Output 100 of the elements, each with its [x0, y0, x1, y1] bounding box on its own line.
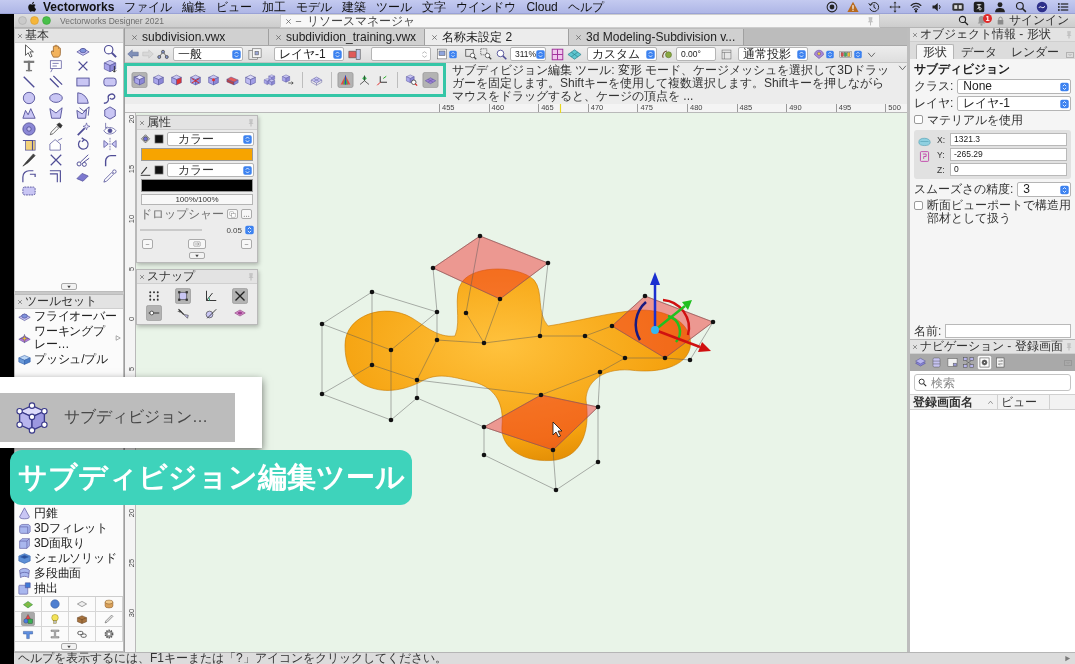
- sphere-icon[interactable]: [48, 597, 62, 611]
- cube-icon[interactable]: [242, 72, 259, 88]
- arc-ball-icon[interactable]: [661, 48, 673, 60]
- eyedropper-icon[interactable]: [48, 121, 63, 136]
- double-line-icon[interactable]: [48, 75, 63, 89]
- dropdown[interactable]: レイヤ-1: [957, 96, 1071, 111]
- toolset-item[interactable]: 3D面取り: [15, 536, 123, 551]
- gear-icon[interactable]: [102, 627, 116, 641]
- name-field[interactable]: [945, 324, 1071, 338]
- pen-color-bar[interactable]: [141, 179, 253, 192]
- panel-tab[interactable]: レンダー: [1004, 44, 1066, 59]
- crop-frame-icon[interactable]: [21, 137, 36, 152]
- document-arrows-icon[interactable]: [993, 355, 1008, 370]
- ring-square-icon[interactable]: [977, 355, 992, 370]
- toolset-item[interactable]: 多段曲面: [15, 566, 123, 581]
- search-icon[interactable]: [1015, 0, 1027, 13]
- close-icon[interactable]: [912, 31, 918, 38]
- collapse-button[interactable]: [61, 643, 77, 650]
- document-tab[interactable]: subdividion_training.vwx: [269, 29, 426, 45]
- sign-in-link[interactable]: サインイン: [1009, 14, 1069, 27]
- opacity-field[interactable]: 100%/100%: [141, 194, 253, 205]
- dropdown[interactable]: None: [957, 79, 1071, 94]
- window-zoom-icon[interactable]: [42, 16, 51, 25]
- cube-side-icon[interactable]: [168, 72, 185, 88]
- column-header[interactable]: ビュー: [998, 395, 1050, 409]
- eye-icon[interactable]: [102, 121, 117, 136]
- close-icon[interactable]: [575, 33, 583, 41]
- grid-icon[interactable]: [551, 47, 564, 61]
- fill-style-select[interactable]: カラー: [167, 132, 254, 146]
- close-icon[interactable]: [285, 17, 292, 25]
- panel-tab[interactable]: データ: [954, 44, 1004, 59]
- sheet-icon[interactable]: [945, 355, 960, 370]
- menu-item[interactable]: 加工: [257, 0, 292, 14]
- plane-grid-icon[interactable]: [421, 72, 439, 88]
- intersection-icon[interactable]: [231, 287, 248, 304]
- chevron-down-icon[interactable]: [867, 49, 876, 59]
- rectangle-icon[interactable]: [75, 75, 90, 89]
- rotate-arrow-icon[interactable]: [75, 137, 90, 152]
- blank-select[interactable]: [371, 47, 431, 61]
- menu-item[interactable]: 建築: [337, 0, 372, 14]
- callout-icon[interactable]: [48, 59, 63, 74]
- cube-corner-icon[interactable]: [205, 72, 222, 88]
- lamp-icon[interactable]: [813, 48, 825, 60]
- page-icon[interactable]: [436, 48, 448, 60]
- rounded-corner-icon[interactable]: [21, 168, 36, 183]
- zoom-select-icon[interactable]: [480, 48, 492, 60]
- stacked-planes-icon[interactable]: [913, 355, 928, 370]
- close-icon[interactable]: [275, 33, 282, 41]
- user-icon[interactable]: [994, 0, 1006, 13]
- list-icon[interactable]: [1057, 0, 1069, 13]
- line-icon[interactable]: [21, 75, 36, 89]
- cube-arrow-icon[interactable]: [102, 59, 117, 74]
- close-icon[interactable]: [17, 32, 23, 39]
- clock-arrow-icon[interactable]: [868, 0, 880, 13]
- panel-layout-icon[interactable]: [721, 48, 732, 60]
- document-tab[interactable]: subdivision.vwx: [125, 29, 269, 45]
- document-tab[interactable]: 3d Modeling-Subdivision v...: [569, 29, 745, 45]
- ring-icon[interactable]: [21, 121, 36, 136]
- close-icon[interactable]: [912, 343, 918, 350]
- view-select[interactable]: カスタム: [587, 47, 657, 61]
- shadow-settings-button[interactable]: [227, 209, 238, 219]
- line-point-icon[interactable]: [146, 304, 163, 321]
- corner-fillet-icon[interactable]: [102, 152, 117, 167]
- menu-item[interactable]: 編集: [177, 0, 212, 14]
- updown-arrows-icon[interactable]: [826, 48, 834, 60]
- record-icon[interactable]: [826, 0, 838, 13]
- panel-tab[interactable]: 形状: [916, 44, 954, 59]
- menu-item[interactable]: ツール: [371, 0, 418, 14]
- warning-icon[interactable]: [847, 0, 859, 13]
- render-diamond-icon[interactable]: [567, 46, 582, 62]
- expand-arrow-icon[interactable]: [1064, 655, 1071, 662]
- pen-style-select[interactable]: カラー: [167, 163, 254, 177]
- toolset-item[interactable]: プッシュ/プル: [15, 352, 123, 367]
- minus-button[interactable]: [241, 239, 252, 249]
- column-header[interactable]: 登録画面名: [910, 395, 998, 409]
- search-field[interactable]: 検索: [914, 374, 1071, 391]
- document-tab[interactable]: 名称未設定 2: [425, 29, 570, 45]
- close-icon[interactable]: [431, 33, 439, 41]
- close-icon[interactable]: [139, 119, 145, 126]
- wifi-icon[interactable]: [910, 0, 922, 13]
- back-arrow-icon[interactable]: [127, 48, 139, 60]
- cube-magnifier-icon[interactable]: [403, 72, 420, 88]
- updown-arrows-icon[interactable]: [449, 48, 457, 60]
- knife-icon[interactable]: [21, 152, 36, 167]
- ellipse-icon[interactable]: [48, 90, 63, 105]
- pencil-curve-icon[interactable]: [102, 168, 117, 183]
- collapse-button[interactable]: [61, 283, 77, 290]
- shadow-more-button[interactable]: [241, 209, 252, 219]
- toolset-item[interactable]: フライオーバー: [15, 309, 123, 324]
- layer-tag-icon[interactable]: [348, 47, 361, 61]
- beam-icon[interactable]: [48, 627, 62, 641]
- hexagon-icon[interactable]: [102, 106, 117, 121]
- scalloped-rectangle-icon[interactable]: [21, 184, 36, 199]
- zoom-field[interactable]: 311%: [510, 47, 546, 61]
- dropdown[interactable]: 3: [1017, 182, 1071, 197]
- cylinder-icon[interactable]: [102, 597, 116, 611]
- menu-item[interactable]: 文字: [417, 0, 452, 14]
- double-polygon-icon[interactable]: [75, 106, 90, 121]
- node-tree-icon[interactable]: [157, 48, 169, 60]
- updown-arrows-icon[interactable]: [245, 225, 254, 235]
